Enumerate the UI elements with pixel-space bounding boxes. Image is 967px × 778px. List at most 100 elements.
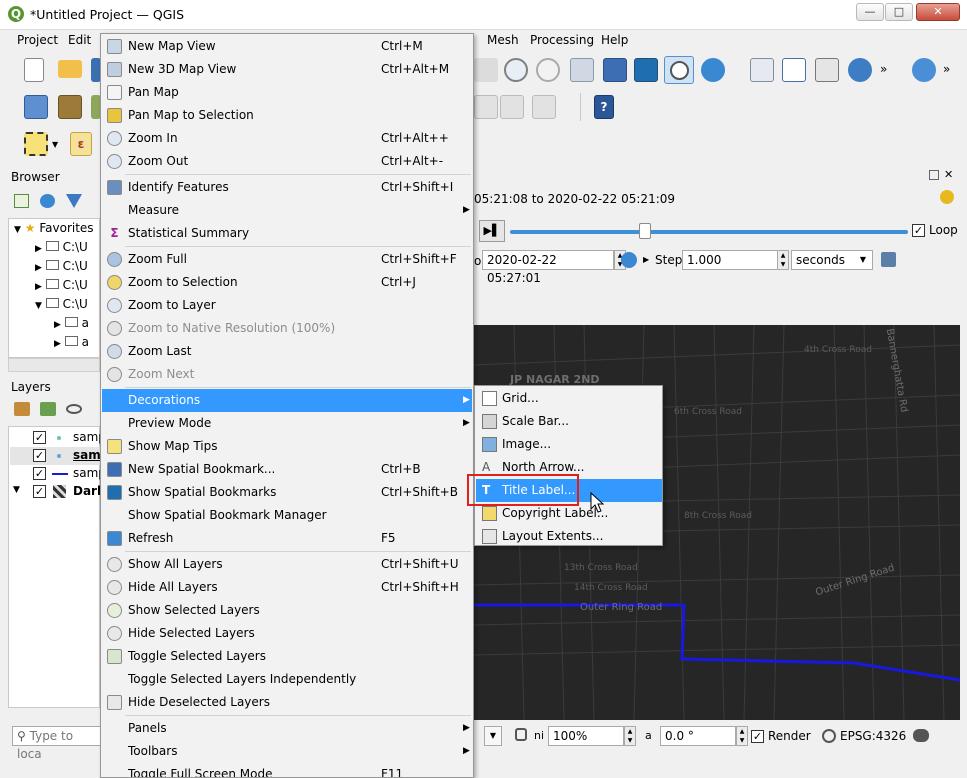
layer-checkbox[interactable]: ✓ <box>33 449 46 462</box>
help-icon[interactable]: ? <box>594 95 614 119</box>
crs-globe-icon[interactable] <box>822 729 836 743</box>
expression-select-icon[interactable]: ε <box>70 132 92 156</box>
toolbar-overflow-icon[interactable]: » <box>880 62 887 76</box>
close-panel-icon[interactable]: ✕ <box>944 168 953 181</box>
menu-item-zoom-last[interactable]: Zoom Last <box>102 340 472 363</box>
export-animation-icon[interactable] <box>881 252 896 267</box>
menu-item-panels[interactable]: Panels ▶ <box>102 717 472 740</box>
new-project-icon[interactable] <box>24 58 44 82</box>
menu-item-show-spatial-bookmark-manager[interactable]: Show Spatial Bookmark Manager <box>102 504 472 527</box>
label-pin-icon[interactable] <box>500 95 524 119</box>
time-slider-handle[interactable] <box>639 223 652 239</box>
menu-item-hide-selected-layers[interactable]: Hide Selected Layers <box>102 622 472 645</box>
menu-project[interactable]: Project <box>14 33 61 47</box>
new-map-view-icon[interactable] <box>570 58 594 82</box>
menu-item-hide-deselected-layers[interactable]: Hide Deselected Layers <box>102 691 472 714</box>
settings-gear-icon[interactable] <box>848 58 872 82</box>
tree-item[interactable]: ▶ C:\U <box>35 278 88 296</box>
messages-icon[interactable] <box>913 729 929 742</box>
tree-item[interactable]: ▶ a <box>54 316 89 334</box>
statistics-icon[interactable] <box>815 58 839 82</box>
float-panel-icon[interactable] <box>929 170 939 180</box>
maximize-button[interactable]: □ <box>885 3 913 21</box>
tree-item[interactable]: ▼ C:\U <box>35 297 88 315</box>
label-move-icon[interactable] <box>532 95 556 119</box>
dropdown-arrow-icon[interactable]: ▼ <box>52 140 58 149</box>
submenu-item-layout-extents[interactable]: Layout Extents... <box>476 525 662 548</box>
menu-item-zoom-in[interactable]: Zoom In Ctrl+Alt++ <box>102 127 472 150</box>
layer-checkbox[interactable]: ✓ <box>33 485 46 498</box>
crs-label[interactable]: EPSG:4326 <box>840 729 906 743</box>
menu-item-pan-map-to-selection[interactable]: Pan Map to Selection <box>102 104 472 127</box>
menu-processing[interactable]: Processing <box>527 33 597 47</box>
menu-mesh[interactable]: Mesh <box>484 33 522 47</box>
toolbar-overflow-icon-2[interactable]: » <box>943 62 950 76</box>
menu-item-identify-features[interactable]: Identify Features Ctrl+Shift+I <box>102 176 472 199</box>
favorites-row[interactable]: ▼ ★ Favorites <box>14 221 94 239</box>
minimize-button[interactable]: — <box>856 3 884 21</box>
filter-icon[interactable] <box>66 194 82 208</box>
render-checkbox[interactable]: ✓ <box>751 730 764 743</box>
open-project-icon[interactable] <box>58 60 82 78</box>
menu-item-show-map-tips[interactable]: Show Map Tips <box>102 435 472 458</box>
menu-item-new-map-view[interactable]: New Map View Ctrl+M <box>102 35 472 58</box>
menu-item-show-selected-layers[interactable]: Show Selected Layers <box>102 599 472 622</box>
submenu-item-scale-bar[interactable]: Scale Bar... <box>476 410 662 433</box>
rotation-spinner[interactable]: ▲ ▼ <box>736 726 748 746</box>
menu-edit[interactable]: Edit <box>65 33 94 47</box>
layer-checkbox[interactable]: ✓ <box>33 431 46 444</box>
reset-range-icon[interactable] <box>621 252 637 268</box>
close-button[interactable]: ✕ <box>916 3 960 21</box>
rotation-input[interactable]: 0.0 ° <box>660 726 736 746</box>
select-features-icon[interactable] <box>24 132 48 156</box>
menu-item-show-all-layers[interactable]: Show All Layers Ctrl+Shift+U <box>102 553 472 576</box>
temporal-controller-icon[interactable] <box>664 56 694 84</box>
bookmark-icon[interactable] <box>603 58 627 82</box>
unit-select[interactable]: seconds ▼ <box>791 250 873 270</box>
menu-item-show-spatial-bookmarks[interactable]: Show Spatial Bookmarks Ctrl+Shift+B <box>102 481 472 504</box>
menu-item-new-spatial-bookmark[interactable]: New Spatial Bookmark... Ctrl+B <box>102 458 472 481</box>
step-input[interactable]: 1.000 <box>682 250 780 270</box>
end-datetime-input[interactable]: 2020-02-22 05:27:01 <box>482 250 614 285</box>
time-slider[interactable] <box>510 230 908 234</box>
zoom-native-icon[interactable] <box>474 58 498 82</box>
label-tool-icon[interactable] <box>474 95 498 119</box>
add-group-icon[interactable] <box>40 402 56 416</box>
show-bookmarks-icon[interactable] <box>634 58 658 82</box>
menu-item-refresh[interactable]: Refresh F5 <box>102 527 472 550</box>
zoom-next-icon[interactable] <box>536 58 560 82</box>
menu-item-toolbars[interactable]: Toolbars ▶ <box>102 740 472 763</box>
locator-search-input[interactable]: ⚲ Type to loca <box>12 726 102 761</box>
settings-gear-icon[interactable] <box>940 190 954 204</box>
menu-item-toggle-selected-layers-independently[interactable]: Toggle Selected Layers Independently <box>102 668 472 691</box>
web-globe-icon[interactable] <box>912 58 936 82</box>
attribute-table-icon[interactable] <box>782 58 806 82</box>
menu-item-toggle-full-screen-mode[interactable]: Toggle Full Screen Mode F11 <box>102 763 472 777</box>
loop-checkbox[interactable]: ✓ <box>912 224 925 237</box>
magnifier-input[interactable]: 100% <box>548 726 624 746</box>
step-spinner[interactable]: ▲ ▼ <box>777 250 789 270</box>
lock-scale-icon[interactable] <box>515 728 527 741</box>
menu-item-statistical-summary[interactable]: Σ Statistical Summary <box>102 222 472 245</box>
menu-item-preview-mode[interactable]: Preview Mode ▶ <box>102 412 472 435</box>
tree-item[interactable]: ▶ a <box>54 335 89 353</box>
menu-item-hide-all-layers[interactable]: Hide All Layers Ctrl+Shift+H <box>102 576 472 599</box>
magnifier-spinner[interactable]: ▲ ▼ <box>624 726 636 746</box>
zoom-last-icon[interactable] <box>504 58 528 82</box>
menu-item-zoom-to-layer[interactable]: Zoom to Layer <box>102 294 472 317</box>
menu-item-zoom-out[interactable]: Zoom Out Ctrl+Alt+- <box>102 150 472 173</box>
eye-icon[interactable] <box>66 404 82 414</box>
menu-item-pan-map[interactable]: Pan Map <box>102 81 472 104</box>
tree-item[interactable]: ▶ C:\U <box>35 259 88 277</box>
menu-item-measure[interactable]: Measure ▶ <box>102 199 472 222</box>
expand-arrow-icon[interactable]: ▼ <box>13 485 20 495</box>
browser-scrollbar[interactable] <box>8 358 100 372</box>
coord-dropdown-icon[interactable]: ▼ <box>484 726 502 746</box>
tree-item[interactable]: ▶ C:\U <box>35 240 88 258</box>
menu-item-zoom-to-selection[interactable]: Zoom to Selection Ctrl+J <box>102 271 472 294</box>
refresh-browser-icon[interactable] <box>40 194 55 208</box>
submenu-item-grid[interactable]: Grid... <box>476 387 662 410</box>
identify-icon[interactable] <box>750 58 774 82</box>
submenu-item-image[interactable]: Image... <box>476 433 662 456</box>
add-selected-icon[interactable] <box>14 194 29 208</box>
